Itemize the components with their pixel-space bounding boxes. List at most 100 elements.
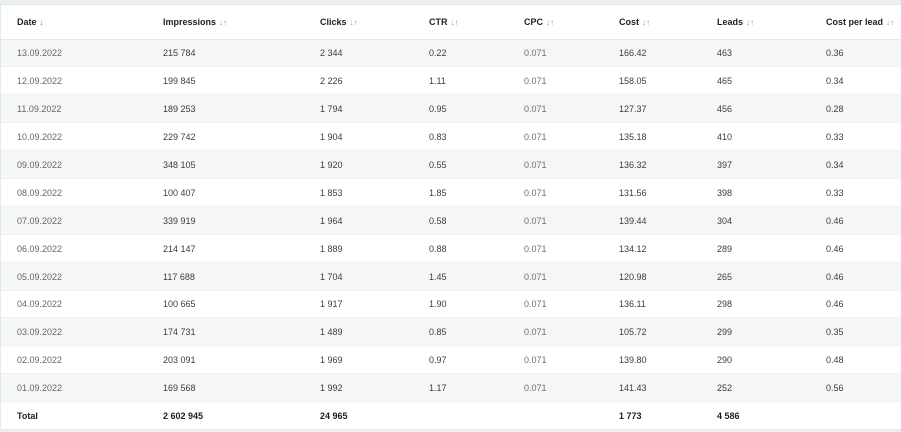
cell-clicks: 1 920 (320, 150, 429, 179)
column-header-cost-per-lead[interactable]: Cost per lead ↓↑ (826, 5, 901, 40)
cell-impressions: 229 742 (163, 122, 320, 152)
cell-ctr: 1.11 (429, 66, 524, 96)
cell-cpc: 0.071 (524, 206, 619, 235)
total-cost: 1 773 (619, 401, 717, 431)
table-row: 07.09.2022 339 919 1 964 0.58 0.071 139.44 304… (1, 206, 901, 235)
cell-leads: 398 (717, 178, 826, 207)
cell-clicks: 1 964 (320, 206, 429, 235)
cell-cost-per-lead: 0.35 (826, 317, 901, 347)
sort-icon[interactable]: ↓↑ (546, 18, 554, 27)
cell-impressions: 174 731 (163, 317, 320, 347)
sort-icon[interactable]: ↓↑ (219, 18, 227, 27)
cell-impressions: 339 919 (163, 206, 320, 235)
table-total-row: Total 2 602 945 24 965 1 773 4 586 (1, 401, 901, 431)
cell-date: 09.09.2022 (1, 150, 163, 179)
cell-date: 04.09.2022 (1, 290, 163, 319)
cell-ctr: 0.55 (429, 150, 524, 179)
cell-clicks: 1 969 (320, 345, 429, 375)
table-row: 02.09.2022 203 091 1 969 0.97 0.071 139.80 290… (1, 345, 901, 375)
cell-date: 05.09.2022 (1, 262, 163, 291)
total-impressions: 2 602 945 (163, 401, 320, 431)
cell-date: 06.09.2022 (1, 234, 163, 263)
cell-clicks: 1 904 (320, 122, 429, 152)
cell-clicks: 2 226 (320, 66, 429, 96)
cell-impressions: 199 845 (163, 66, 320, 96)
table-header-row: Date ↓ Impressions ↓↑ Clicks ↓↑ CTR ↓↑ CPC ↓↑ Cost… (1, 5, 901, 40)
cell-leads: 456 (717, 94, 826, 124)
cell-cost-per-lead: 0.34 (826, 66, 901, 96)
table-row: 09.09.2022 348 105 1 920 0.55 0.071 136.32 397… (1, 150, 901, 179)
cell-cost-per-lead: 0.33 (826, 122, 901, 152)
column-header-clicks[interactable]: Clicks ↓↑ (320, 5, 429, 40)
cell-leads: 298 (717, 290, 826, 319)
sort-icon[interactable]: ↓↑ (642, 18, 650, 27)
table-row: 10.09.2022 229 742 1 904 0.83 0.071 135.18 410… (1, 122, 901, 152)
table-row: 12.09.2022 199 845 2 226 1.11 0.071 158.05 465… (1, 66, 901, 96)
cell-cost: 105.72 (619, 317, 717, 347)
cell-cpc: 0.071 (524, 39, 619, 68)
column-header-label: Leads (717, 16, 744, 27)
cell-ctr: 0.22 (429, 39, 524, 68)
column-header-label: Cost per lead (826, 16, 884, 27)
cell-leads: 290 (717, 345, 826, 375)
cell-cost-per-lead: 0.33 (826, 178, 901, 207)
cell-cost-per-lead: 0.34 (826, 150, 901, 179)
cell-clicks: 1 794 (320, 94, 429, 124)
cell-cost: 136.32 (619, 150, 717, 179)
cell-ctr: 0.83 (429, 122, 524, 152)
column-header-ctr[interactable]: CTR ↓↑ (429, 5, 524, 40)
cell-cost: 158.05 (619, 66, 717, 96)
cell-cpc: 0.071 (524, 262, 619, 291)
sort-icon[interactable]: ↓↑ (746, 18, 754, 27)
cell-clicks: 1 704 (320, 262, 429, 291)
cell-cpc: 0.071 (524, 122, 619, 152)
sort-icon[interactable]: ↓↑ (451, 18, 459, 27)
cell-leads: 304 (717, 206, 826, 235)
cell-date: 13.09.2022 (1, 39, 163, 68)
total-cpc (524, 401, 619, 431)
cell-cost: 139.44 (619, 206, 717, 235)
cell-leads: 265 (717, 262, 826, 291)
total-ctr (429, 401, 524, 431)
cell-cpc: 0.071 (524, 345, 619, 375)
table-row: 08.09.2022 100 407 1 853 1.85 0.071 131.56 398… (1, 178, 901, 207)
cell-ctr: 0.97 (429, 345, 524, 375)
sort-desc-icon[interactable]: ↓ (40, 18, 44, 27)
cell-cost-per-lead: 0.56 (826, 373, 901, 403)
cell-date: 11.09.2022 (1, 94, 163, 124)
cell-cpc: 0.071 (524, 66, 619, 96)
cell-leads: 299 (717, 317, 826, 347)
column-header-leads[interactable]: Leads ↓↑ (717, 5, 826, 40)
cell-clicks: 1 917 (320, 290, 429, 319)
cell-ctr: 1.90 (429, 290, 524, 319)
cell-cpc: 0.071 (524, 234, 619, 263)
table-row: 01.09.2022 169 568 1 992 1.17 0.071 141.43 252… (1, 373, 901, 403)
cell-date: 08.09.2022 (1, 178, 163, 207)
cell-cost-per-lead: 0.46 (826, 234, 901, 263)
table-body: 13.09.2022 215 784 2 344 0.22 0.071 166.42 463… (1, 39, 901, 403)
column-header-cost[interactable]: Cost ↓↑ (619, 5, 717, 40)
cell-date: 07.09.2022 (1, 206, 163, 235)
column-header-date[interactable]: Date ↓ (1, 5, 163, 40)
total-leads: 4 586 (717, 401, 826, 431)
cell-date: 03.09.2022 (1, 317, 163, 347)
cell-clicks: 1 889 (320, 234, 429, 263)
cell-clicks: 2 344 (320, 39, 429, 68)
sort-icon[interactable]: ↓↑ (350, 18, 358, 27)
cell-date: 02.09.2022 (1, 345, 163, 375)
total-clicks: 24 965 (320, 401, 429, 431)
cell-cost: 135.18 (619, 122, 717, 152)
column-header-impressions[interactable]: Impressions ↓↑ (163, 5, 320, 40)
table-row: 03.09.2022 174 731 1 489 0.85 0.071 105.72 299… (1, 317, 901, 347)
stats-table: Date ↓ Impressions ↓↑ Clicks ↓↑ CTR ↓↑ CPC ↓↑ Cost… (1, 5, 901, 431)
cell-impressions: 215 784 (163, 39, 320, 68)
column-header-cpc[interactable]: CPC ↓↑ (524, 5, 619, 40)
cell-leads: 463 (717, 39, 826, 68)
column-header-label: CTR (429, 16, 448, 27)
table-row: 06.09.2022 214 147 1 889 0.88 0.071 134.12 289… (1, 234, 901, 263)
cell-date: 12.09.2022 (1, 66, 163, 96)
cell-impressions: 348 105 (163, 150, 320, 179)
sort-icon[interactable]: ↓↑ (886, 18, 894, 27)
cell-cost-per-lead: 0.36 (826, 39, 901, 68)
cell-cpc: 0.071 (524, 290, 619, 319)
